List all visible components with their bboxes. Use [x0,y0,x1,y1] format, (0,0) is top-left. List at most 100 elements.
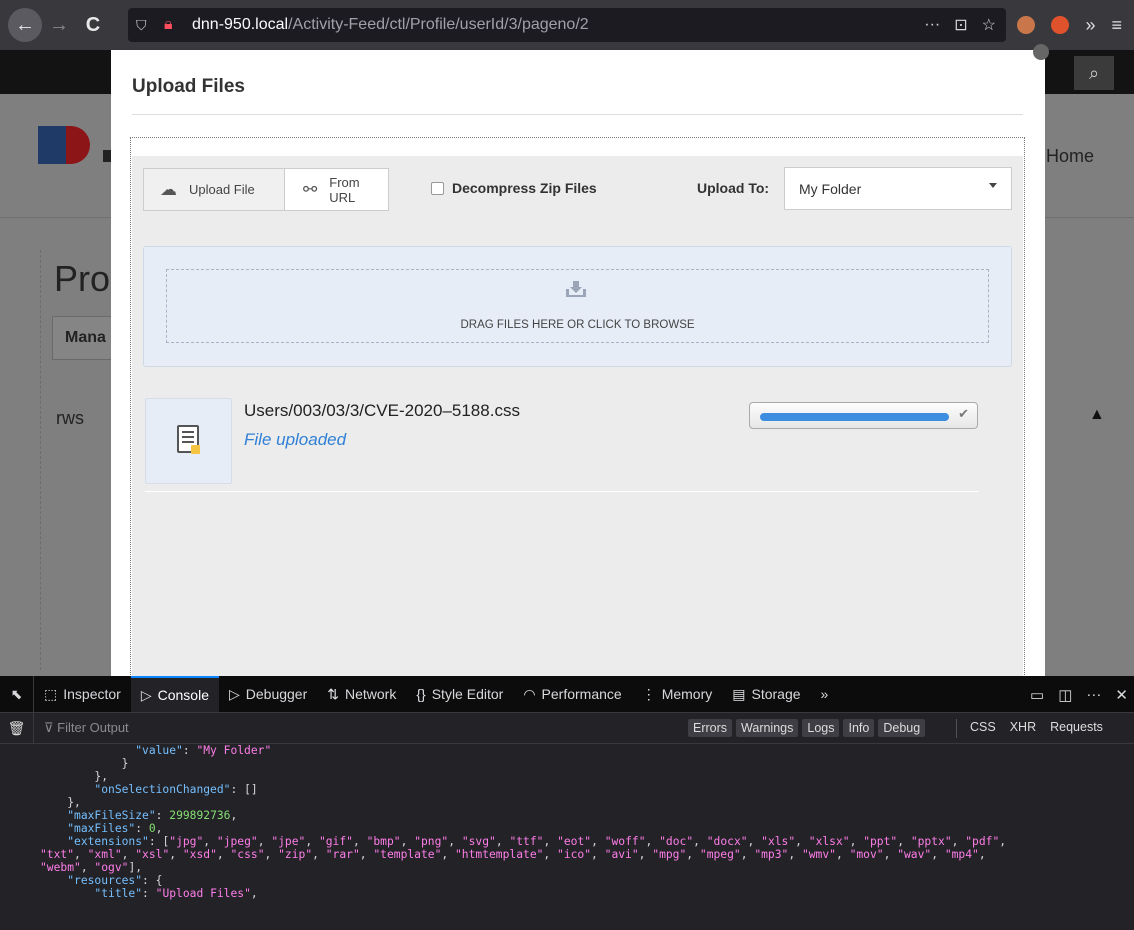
tab-label: Style Editor [431,686,504,702]
debugger-icon: ▷ [228,685,240,702]
decompress-label: Decompress Zip Files [452,180,597,196]
page-title: Pro [54,258,111,299]
uploaded-file-name: Users/003/03/3/CVE-2020–5188.css [244,401,520,420]
element-picker-icon[interactable]: ⬉ [0,676,34,712]
console-output: "value": "My Folder" } }, "onSelectionCh… [0,744,1134,930]
decompress-checkbox[interactable] [431,181,444,195]
chevron-up-icon[interactable]: ▲ [1089,406,1105,424]
cloud-upload-icon: ☁ [160,179,177,199]
extension-icon[interactable] [1051,16,1070,34]
console-line: "resources": { [67,874,163,887]
tab-style-editor[interactable]: {} Style Editor [406,676,513,712]
filter-placeholder: Filter Output [57,720,129,735]
upload-progress-bar: ✔ [749,402,978,429]
filter-info-button[interactable]: Info [843,719,875,737]
browser-toolbar: ← → C ⛉ 🔒︎ dnn-950.local/Activity-Feed/c… [0,0,1134,50]
console-line: "title": "Upload Files", [94,887,258,900]
upload-file-button[interactable]: ☁ Upload File [144,169,285,210]
filter-logs-button[interactable]: Logs [802,719,840,737]
search-icon[interactable]: ⌕ [1074,56,1114,90]
console-line: "extensions": ["jpg", "jpeg", "jpe", "gi… [67,835,1007,848]
request-filters: CSS XHR Requests [970,720,1103,734]
logo-icon [103,150,111,162]
extension-icon[interactable] [1017,16,1036,34]
close-icon[interactable] [1033,44,1049,60]
tab-label: Console [157,687,209,703]
menu-icon[interactable]: ≡ [1111,15,1122,36]
divider [145,491,978,492]
folder-select-value: My Folder [799,180,862,197]
url-domain: dnn-950.local [192,16,289,33]
forward-button[interactable]: → [42,8,76,42]
more-tabs-icon[interactable]: » [811,676,839,712]
document-icon [177,425,200,454]
profile-section-title: rws [56,408,84,428]
upload-file-label: Upload File [189,182,255,197]
upload-source-toggle: ☁ Upload File ⚯ From URL [143,168,389,211]
from-url-button[interactable]: ⚯ From URL [285,169,388,210]
divider [132,114,1023,115]
log-level-filters: Errors Warnings Logs Info Debug [688,719,926,737]
drop-zone[interactable]: DRAG FILES HERE OR CLICK TO BROWSE [143,246,1012,367]
back-button[interactable]: ← [8,8,42,42]
console-line: "value": "My Folder" [135,744,272,757]
memory-icon: ⋮ [641,685,656,702]
tab-performance[interactable]: ◠ Performance [513,676,631,712]
devtools-tabbar: ⬉ ⬚ Inspector ▷ Console ▷ Debugger ⇅ Network… [0,676,1134,713]
pocket-icon[interactable]: ⊡ [954,15,967,35]
caret-down-icon [989,183,997,188]
reload-button[interactable]: C [76,8,110,42]
tab-console[interactable]: ▷ Console [130,676,219,712]
close-devtools-icon[interactable]: ✕ [1115,686,1128,704]
network-icon: ⇅ [327,685,339,702]
performance-icon: ◠ [523,685,536,702]
clear-console-icon[interactable]: 🗑︎ [0,713,34,743]
tab-label: Performance [541,686,622,702]
console-line: "onSelectionChanged": [] [94,783,258,796]
tab-storage[interactable]: ▤ Storage [722,676,810,712]
folder-select[interactable]: My Folder [784,167,1012,210]
filter-warnings-button[interactable]: Warnings [736,719,799,737]
filter-output-input[interactable]: ⊽ Filter Output [44,720,129,736]
tab-label: Debugger [245,686,308,702]
console-line: } [40,757,129,770]
bookmark-star-icon[interactable]: ☆ [982,15,996,35]
devtools-panel: ⬉ ⬚ Inspector ▷ Console ▷ Debugger ⇅ Network… [0,676,1134,930]
link-icon: ⚯ [303,179,318,199]
filter-xhr-button[interactable]: XHR [1010,720,1036,734]
tab-label: Storage [751,686,801,702]
console-filter-bar: 🗑︎ ⊽ Filter Output Errors Warnings Logs … [0,713,1134,744]
filter-debug-button[interactable]: Debug [878,719,926,737]
inspector-icon: ⬚ [44,685,58,702]
tab-inspector[interactable]: ⬚ Inspector [34,676,131,712]
overflow-icon[interactable]: » [1085,15,1095,36]
split-console-icon[interactable]: ▭ [1030,686,1044,704]
modal-title: Upload Files [132,76,245,97]
from-url-label: From URL [329,174,360,205]
file-thumbnail [145,398,232,484]
tab-debugger[interactable]: ▷ Debugger [219,676,317,712]
filter-errors-button[interactable]: Errors [688,719,733,737]
decompress-zip-option[interactable]: Decompress Zip Files [431,180,597,196]
dock-icon[interactable]: ◫ [1058,686,1072,704]
page-actions-icon[interactable]: ··· [924,16,940,34]
filter-requests-button[interactable]: Requests [1050,720,1103,734]
insecure-lock-icon[interactable]: 🔒︎ [164,16,186,34]
checkmark-icon: ✔ [958,406,969,421]
upload-files-modal: Upload Files ☁ Upload File ⚯ From URL De… [111,44,1049,697]
url-bar[interactable]: ⛉ 🔒︎ dnn-950.local/Activity-Feed/ctl/Pro… [128,8,1006,42]
shield-icon[interactable]: ⛉ [136,17,160,34]
nav-home-link[interactable]: Home [1046,146,1094,167]
style-editor-icon: {} [416,686,426,702]
tab-network[interactable]: ⇅ Network [317,676,406,712]
progress-fill [760,413,949,421]
devtools-menu-icon[interactable]: ··· [1086,686,1101,703]
filter-css-button[interactable]: CSS [970,720,996,734]
url-path: /Activity-Feed/ctl/Profile/userId/3/page… [288,16,589,33]
console-line: "txt", "xml", "xsl", "xsd", "css", "zip"… [40,848,986,861]
drop-zone-border[interactable]: DRAG FILES HERE OR CLICK TO BROWSE [166,269,989,343]
upload-to-label: Upload To: [697,180,770,196]
console-line: }, [40,796,81,809]
tab-memory[interactable]: ⋮ Memory [632,676,723,712]
drop-zone-text: DRAG FILES HERE OR CLICK TO BROWSE [460,319,695,331]
